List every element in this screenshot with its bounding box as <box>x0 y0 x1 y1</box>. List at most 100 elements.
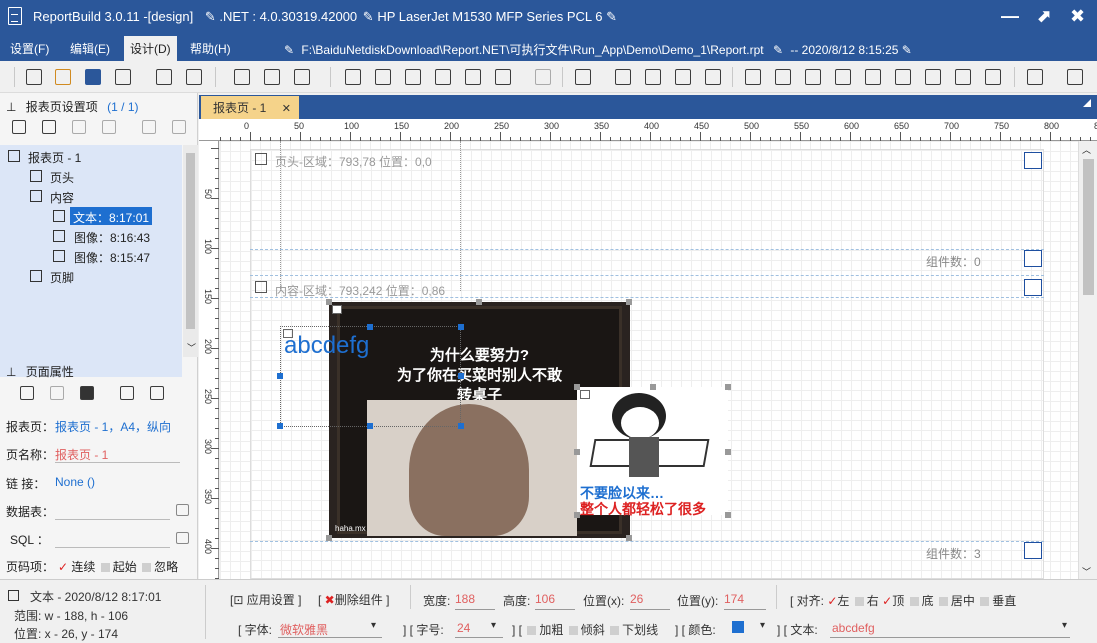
width-input[interactable]: 188 <box>455 592 475 606</box>
settings-dropdown-icon[interactable] <box>115 69 131 85</box>
text-tool-icon[interactable] <box>234 69 250 85</box>
delete-component-button[interactable]: [ ✖删除组件 ] <box>318 591 389 608</box>
image-component-2[interactable]: 不要脸以来… 整个人都轻松了很多 <box>577 387 728 517</box>
move-up-icon[interactable] <box>142 120 156 134</box>
align-h-center-icon[interactable] <box>895 69 911 85</box>
remove-page-icon[interactable] <box>72 120 86 134</box>
tree-root[interactable]: 报表页 - 1 <box>28 149 81 166</box>
copy-icon[interactable] <box>50 386 64 400</box>
chevron-down-icon[interactable]: ▾ <box>1062 620 1067 631</box>
font-size-select[interactable]: 24 <box>457 621 470 635</box>
save-icon[interactable] <box>85 69 101 85</box>
open-folder-icon[interactable] <box>55 69 71 85</box>
align-right-icon[interactable] <box>805 69 821 85</box>
move-down-icon[interactable] <box>172 120 186 134</box>
document-icon[interactable] <box>120 386 134 400</box>
barcode-icon[interactable] <box>345 69 361 85</box>
apply-settings-button[interactable]: [⊡ 应用设置 ] <box>230 591 301 608</box>
chart-dropdown-icon[interactable] <box>294 69 310 85</box>
content-band-toggle[interactable] <box>1024 279 1042 296</box>
chevron-down-icon[interactable]: ▾ <box>491 620 496 631</box>
font-select[interactable]: 微软雅黑 <box>280 621 328 638</box>
tree-item-image[interactable]: 图像：8:15:47 <box>74 249 150 266</box>
menu-help[interactable]: 帮助(H) <box>190 40 231 57</box>
briefcase-icon[interactable] <box>80 386 94 400</box>
chevron-up-icon[interactable]: ︿ <box>1082 143 1091 156</box>
preview-icon[interactable] <box>156 69 172 85</box>
align-h-right-icon[interactable] <box>925 69 941 85</box>
scroll-thumb[interactable] <box>1083 159 1094 295</box>
layout-dropdown-icon[interactable] <box>575 69 591 85</box>
copy-page-icon[interactable] <box>42 120 56 134</box>
header-band-expand[interactable] <box>1024 250 1042 267</box>
canvas-scrollbar[interactable]: ︿ ﹀ <box>1078 141 1097 579</box>
paste-page-icon[interactable] <box>102 120 116 134</box>
tree-item-text[interactable]: 文本：8:17:01 <box>70 207 153 225</box>
group-icon[interactable] <box>675 69 691 85</box>
text-input[interactable]: abcdefg <box>832 621 875 635</box>
shape-dropdown-icon[interactable] <box>495 69 511 85</box>
align-justify-icon[interactable] <box>835 69 851 85</box>
menu-settings[interactable]: 设置(F) <box>10 40 49 57</box>
menu-edit[interactable]: 编辑(E) <box>70 40 110 57</box>
chevron-down-icon[interactable]: ﹀ <box>1082 565 1091 578</box>
image-icon <box>53 250 65 262</box>
text-icon <box>53 210 65 222</box>
field-icon[interactable] <box>435 69 451 85</box>
tree-item-image[interactable]: 图像：8:16:43 <box>74 229 150 246</box>
tab-report-page[interactable]: 报表页 - 1 ✕ <box>201 96 299 119</box>
color-swatch[interactable] <box>732 621 744 633</box>
pageno-options[interactable]: ✓ 连续 起始 忽略 <box>58 558 178 575</box>
close-button[interactable]: ✖ <box>1070 6 1085 26</box>
position-y-input[interactable]: 174 <box>724 592 744 606</box>
bring-front-icon[interactable] <box>615 69 631 85</box>
header-band-toggle[interactable] <box>1024 152 1042 169</box>
print-icon[interactable] <box>186 69 202 85</box>
tree-content[interactable]: 内容 <box>50 189 74 206</box>
data-table-button[interactable] <box>176 504 189 516</box>
text-component[interactable]: abcdefg <box>280 326 461 427</box>
chevron-down-icon[interactable]: ▾ <box>371 620 376 631</box>
format-brush-icon[interactable] <box>535 69 551 85</box>
ungroup-icon[interactable] <box>705 69 721 85</box>
image-frame-icon[interactable] <box>405 69 421 85</box>
new-icon[interactable] <box>26 69 42 85</box>
add-page-icon[interactable] <box>12 120 26 134</box>
tree-header[interactable]: 页头 <box>50 169 74 186</box>
align-center-icon[interactable] <box>775 69 791 85</box>
image-icon[interactable] <box>375 69 391 85</box>
align-top-icon[interactable] <box>955 69 971 85</box>
menu-design[interactable]: 设计(D) <box>124 36 177 61</box>
content-band-expand[interactable] <box>1024 542 1042 559</box>
link-value[interactable]: None () <box>55 475 95 489</box>
qrcode-icon[interactable] <box>465 69 481 85</box>
tree-footer[interactable]: 页脚 <box>50 269 74 286</box>
pin-icon[interactable]: ⊥ <box>6 365 16 379</box>
design-canvas[interactable]: 页头-区域：793,78 位置：0,0 组件数：0 内容-区域：793,242 … <box>220 141 1078 579</box>
page-setup-icon[interactable] <box>20 386 34 400</box>
chevron-down-icon[interactable]: ﹀ <box>187 341 196 354</box>
minimize-button[interactable]: — <box>1001 6 1019 26</box>
height-input[interactable]: 106 <box>535 592 555 606</box>
ruler-label: 250 <box>494 121 510 131</box>
tab-close-icon[interactable]: ✕ <box>282 103 291 115</box>
grid-dropdown-icon[interactable] <box>1027 69 1043 85</box>
font-style-options[interactable]: ] [ 加粗 倾斜 下划线 <box>512 621 658 638</box>
page-name-input[interactable]: 报表页 - 1 <box>55 446 108 463</box>
tree-scrollbar[interactable]: ﹀ <box>183 145 198 357</box>
send-back-icon[interactable] <box>645 69 661 85</box>
footer-icon <box>30 270 42 282</box>
sql-button[interactable] <box>176 532 189 544</box>
print-setup-icon[interactable] <box>150 386 164 400</box>
table-tool-icon[interactable] <box>264 69 280 85</box>
position-x-input[interactable]: 26 <box>630 592 643 606</box>
ruler-label: 450 <box>694 121 710 131</box>
align-left-icon[interactable] <box>745 69 761 85</box>
more-dropdown-icon[interactable] <box>1067 69 1083 85</box>
maximize-button[interactable]: ⬈ <box>1036 6 1051 26</box>
align-h-left-icon[interactable] <box>865 69 881 85</box>
align-bottom-icon[interactable] <box>985 69 1001 85</box>
chevron-down-icon[interactable]: ▾ <box>760 620 765 631</box>
pin-icon[interactable]: ⊥ <box>6 100 16 114</box>
align-options[interactable]: [ 对齐: ✓左 右 ✓顶 底 居中 垂直 <box>790 592 1016 609</box>
